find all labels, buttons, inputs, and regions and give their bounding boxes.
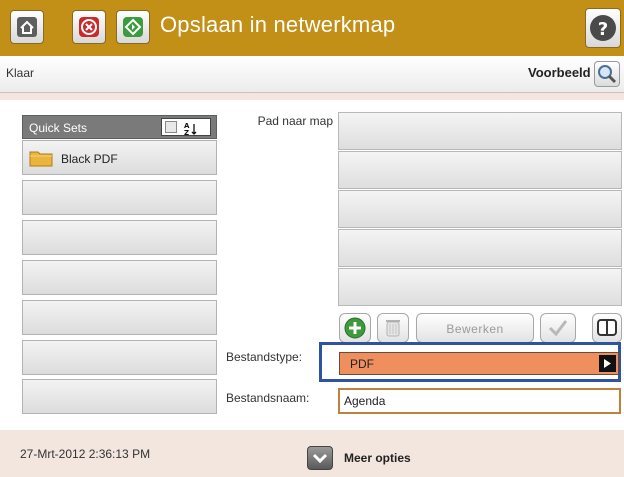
start-icon (123, 17, 143, 37)
check-icon (548, 320, 568, 337)
quick-set-item[interactable] (22, 340, 217, 375)
edit-button-label: Bewerken (446, 322, 504, 336)
home-button[interactable] (10, 10, 44, 44)
status-bar: Klaar Voorbeeld (0, 56, 624, 93)
file-name-label: Bestandsnaam: (226, 391, 310, 405)
folder-path-label: Pad naar map (257, 114, 333, 128)
chevron-down-icon (312, 453, 328, 464)
status-text: Klaar (6, 66, 35, 80)
folder-path-row[interactable] (338, 190, 622, 228)
home-icon (17, 17, 37, 37)
more-options-button[interactable] (307, 446, 333, 470)
confirm-button[interactable] (540, 313, 576, 343)
help-button[interactable]: ? (585, 8, 621, 48)
quick-set-item[interactable] (22, 220, 217, 255)
address-book-button[interactable] (592, 313, 622, 343)
svg-text:?: ? (598, 19, 608, 40)
datetime-text: 27-Mrt-2012 2:36:13 PM (20, 447, 151, 461)
stop-button[interactable] (72, 10, 106, 44)
quick-set-item[interactable] (22, 300, 217, 335)
preview-button[interactable] (594, 61, 620, 87)
preview-label: Voorbeeld (528, 65, 591, 80)
folder-path-row[interactable] (338, 151, 622, 189)
folder-path-row[interactable] (338, 229, 622, 267)
stop-icon (79, 17, 99, 37)
address-book-icon (597, 319, 617, 336)
start-button[interactable] (116, 10, 150, 44)
quick-set-item[interactable]: Black PDF (22, 140, 217, 175)
file-type-label: Bestandstype: (226, 350, 303, 364)
add-icon (344, 317, 366, 339)
add-button[interactable] (339, 313, 371, 343)
quick-sets-title: Quick Sets (29, 121, 88, 135)
file-name-input[interactable] (338, 388, 621, 414)
quick-set-item[interactable] (22, 180, 217, 215)
folder-path-row[interactable] (338, 268, 622, 306)
file-type-select[interactable]: PDF (339, 352, 619, 375)
quick-set-label: Black PDF (61, 152, 118, 166)
sort-checkbox[interactable] (165, 121, 177, 133)
window-title: Opslaan in netwerkmap (160, 12, 396, 37)
delete-button[interactable] (377, 313, 409, 343)
title-bar: Opslaan in netwerkmap ? (0, 0, 624, 56)
svg-text:Z: Z (184, 129, 189, 136)
magnifier-icon (598, 65, 617, 84)
quick-set-item[interactable] (22, 379, 217, 414)
trash-icon (386, 320, 400, 337)
more-options-label: Meer opties (344, 451, 411, 465)
edit-button[interactable]: Bewerken (416, 313, 534, 343)
dropdown-arrow-icon (599, 355, 616, 372)
quick-set-item[interactable] (22, 260, 217, 295)
quick-sets-header: Quick Sets A Z (22, 115, 217, 139)
file-type-value: PDF (350, 357, 374, 371)
folder-path-row[interactable] (338, 112, 622, 150)
help-icon: ? (590, 15, 616, 41)
sort-toggle[interactable]: A Z (161, 118, 211, 136)
folder-icon (29, 151, 53, 167)
